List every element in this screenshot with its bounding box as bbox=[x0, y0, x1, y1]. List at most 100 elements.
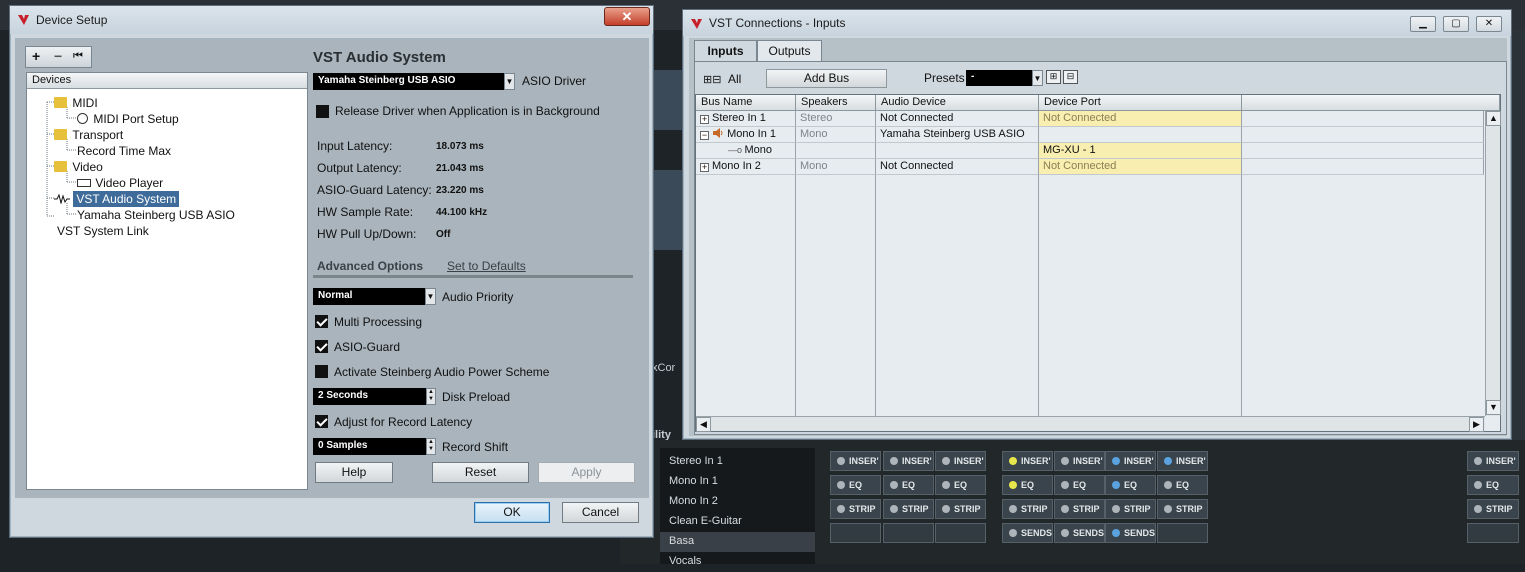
mixer-track-item[interactable]: Mono In 1 bbox=[660, 472, 815, 492]
cancel-button[interactable]: Cancel bbox=[562, 502, 639, 523]
tab-outputs[interactable]: Outputs bbox=[757, 40, 822, 61]
multi-processing-checkbox[interactable] bbox=[315, 315, 328, 328]
disk-preload-stepper[interactable]: 2 Seconds ▲ ▼ bbox=[313, 388, 436, 405]
mixer-track-item[interactable]: Mono In 2 bbox=[660, 492, 815, 512]
table-cell-speakers[interactable]: Mono bbox=[796, 159, 876, 175]
mixer-eq-button[interactable]: EQ bbox=[883, 475, 934, 495]
mixer-strip-button[interactable]: STRIP bbox=[1157, 499, 1208, 519]
mixer-strip-button[interactable]: STRIP bbox=[1467, 499, 1519, 519]
mixer-strip-button[interactable]: STRIP bbox=[1054, 499, 1105, 519]
mixer-insert-button[interactable]: INSER' bbox=[935, 451, 986, 471]
mixer-insert-button[interactable]: INSER' bbox=[1105, 451, 1156, 471]
column-header[interactable]: Speakers bbox=[796, 95, 876, 111]
scroll-up-icon[interactable]: ▲ bbox=[1486, 111, 1501, 126]
mixer-sends-button[interactable]: SENDS bbox=[1002, 523, 1053, 543]
table-cell-port[interactable]: Not Connected bbox=[1039, 159, 1242, 175]
mixer-insert-button[interactable]: INSER' bbox=[1157, 451, 1208, 471]
mixer-track-item[interactable]: Clean E-Guitar bbox=[660, 512, 815, 532]
expand-all-icon[interactable]: ⊞⊟ bbox=[703, 73, 721, 86]
record-shift-stepper[interactable]: 0 Samples ▲ ▼ bbox=[313, 438, 436, 455]
help-button[interactable]: Help bbox=[315, 462, 393, 483]
table-cell-speakers[interactable] bbox=[796, 143, 876, 159]
mixer-insert-button[interactable]: INSER' bbox=[1002, 451, 1053, 471]
scroll-left-icon[interactable]: ◀ bbox=[696, 417, 711, 432]
tree-item-transport[interactable]: Transport bbox=[54, 128, 123, 142]
mixer-eq-button[interactable]: EQ bbox=[1467, 475, 1519, 495]
table-cell-speakers[interactable]: Mono bbox=[796, 127, 876, 143]
mixer-track-item-selected[interactable]: Basa bbox=[660, 532, 815, 552]
tree-item-vst-system-link[interactable]: VST System Link bbox=[57, 224, 149, 238]
table-row-bus[interactable]: − Mono In 1 bbox=[696, 127, 796, 143]
remove-preset-icon[interactable]: ⊟ bbox=[1063, 70, 1078, 84]
tree-item-video-player[interactable]: Video Player bbox=[77, 176, 163, 190]
table-cell-speakers[interactable]: Stereo bbox=[796, 111, 876, 127]
vertical-scrollbar[interactable]: ▲ ▼ bbox=[1485, 111, 1501, 416]
scroll-down-icon[interactable]: ▼ bbox=[1486, 400, 1501, 415]
mixer-insert-button[interactable]: INSER' bbox=[830, 451, 881, 471]
mixer-track-item[interactable]: Vocals bbox=[660, 552, 815, 572]
mixer-eq-button[interactable]: EQ bbox=[1054, 475, 1105, 495]
tree-item-video[interactable]: Video bbox=[54, 160, 103, 174]
column-header[interactable]: Audio Device bbox=[876, 95, 1039, 111]
tree-item-vst-audio-system[interactable]: VST Audio System bbox=[54, 191, 180, 207]
store-preset-icon[interactable]: ⊞ bbox=[1046, 70, 1061, 84]
mixer-eq-button[interactable]: EQ bbox=[1105, 475, 1156, 495]
close-button[interactable]: ✕ bbox=[604, 7, 650, 26]
tree-item-midi-port-setup[interactable]: MIDI Port Setup bbox=[77, 112, 179, 126]
reset-button[interactable]: Reset bbox=[432, 462, 529, 483]
mixer-sends-button[interactable]: SENDS bbox=[1105, 523, 1156, 543]
add-bus-button[interactable]: Add Bus bbox=[766, 69, 887, 88]
maximize-button[interactable]: ▢ bbox=[1443, 16, 1469, 32]
mixer-strip-button[interactable]: STRIP bbox=[935, 499, 986, 519]
remove-device-button[interactable]: − bbox=[54, 48, 62, 64]
tab-inputs[interactable]: Inputs bbox=[694, 40, 757, 61]
set-to-defaults-link[interactable]: Set to Defaults bbox=[447, 259, 526, 273]
table-cell-device[interactable]: Not Connected bbox=[876, 111, 1039, 127]
mixer-strip-button[interactable]: STRIP bbox=[830, 499, 881, 519]
collapse-icon[interactable]: − bbox=[700, 131, 709, 140]
table-row-bus-child[interactable]: —o Mono bbox=[696, 143, 796, 159]
column-header[interactable]: Device Port bbox=[1039, 95, 1242, 111]
horizontal-scrollbar[interactable]: ◀ ▶ bbox=[696, 416, 1485, 432]
table-cell-device[interactable]: Yamaha Steinberg USB ASIO bbox=[876, 127, 1039, 143]
mixer-strip-button[interactable]: STRIP bbox=[1002, 499, 1053, 519]
column-header[interactable]: Bus Name bbox=[696, 95, 796, 111]
mixer-insert-button[interactable]: INSER' bbox=[1467, 451, 1519, 471]
mixer-eq-button[interactable]: EQ bbox=[1157, 475, 1208, 495]
close-icon[interactable]: ✕ bbox=[1476, 16, 1502, 32]
table-cell-device[interactable]: Not Connected bbox=[876, 159, 1039, 175]
table-cell-port[interactable]: Not Connected bbox=[1039, 111, 1242, 127]
table-cell-device[interactable] bbox=[876, 143, 1039, 159]
add-device-button[interactable]: + bbox=[32, 48, 40, 64]
mixer-insert-button[interactable]: INSER' bbox=[883, 451, 934, 471]
expand-icon[interactable]: + bbox=[700, 163, 709, 172]
table-cell-port[interactable]: MG-XU - 1 bbox=[1039, 143, 1242, 159]
mixer-eq-button[interactable]: EQ bbox=[1002, 475, 1053, 495]
mixer-eq-button[interactable]: EQ bbox=[830, 475, 881, 495]
presets-dropdown[interactable]: - ▼ bbox=[966, 70, 1043, 86]
mixer-track-item[interactable]: Stereo In 1 bbox=[660, 452, 815, 472]
apply-button[interactable]: Apply bbox=[538, 462, 635, 483]
device-setup-titlebar[interactable]: Device Setup bbox=[10, 6, 653, 34]
mixer-eq-button[interactable]: EQ bbox=[935, 475, 986, 495]
adjust-latency-checkbox[interactable] bbox=[315, 415, 328, 428]
spin-arrows-icon[interactable]: ▲ ▼ bbox=[426, 438, 436, 455]
scroll-right-icon[interactable]: ▶ bbox=[1469, 417, 1484, 432]
table-row-bus[interactable]: + Stereo In 1 bbox=[696, 111, 796, 127]
mixer-strip-button[interactable]: STRIP bbox=[883, 499, 934, 519]
spin-arrows-icon[interactable]: ▲ ▼ bbox=[426, 388, 436, 405]
expand-icon[interactable]: + bbox=[700, 115, 709, 124]
table-row-bus[interactable]: + Mono In 2 bbox=[696, 159, 796, 175]
vst-connections-titlebar[interactable]: VST Connections - Inputs bbox=[683, 10, 1511, 36]
audio-priority-dropdown[interactable]: Normal ▼ bbox=[313, 288, 436, 305]
release-driver-checkbox[interactable] bbox=[316, 105, 329, 118]
ok-button[interactable]: OK bbox=[474, 502, 550, 523]
asio-driver-dropdown[interactable]: Yamaha Steinberg USB ASIO ▼ bbox=[313, 73, 515, 90]
power-scheme-checkbox[interactable] bbox=[315, 365, 328, 378]
tree-item-record-time-max[interactable]: Record Time Max bbox=[77, 144, 171, 158]
tree-item-yamaha-asio[interactable]: Yamaha Steinberg USB ASIO bbox=[77, 208, 235, 222]
reset-device-button[interactable]: ⏮ bbox=[73, 50, 83, 63]
mixer-strip-button[interactable]: STRIP bbox=[1105, 499, 1156, 519]
mixer-sends-button[interactable]: SENDS bbox=[1054, 523, 1105, 543]
table-cell-port[interactable] bbox=[1039, 127, 1242, 143]
